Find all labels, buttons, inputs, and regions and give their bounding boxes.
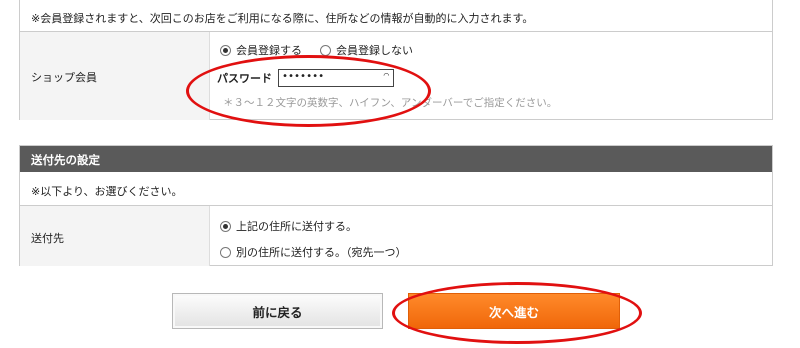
shipping-label-cell: 送付先	[20, 206, 210, 266]
ship-to-above-label[interactable]: 上記の住所に送付する。	[236, 218, 357, 234]
shipping-header: 送付先の設定	[20, 146, 772, 172]
ship-to-above-option[interactable]: 上記の住所に送付する。	[220, 218, 357, 234]
ship-to-other-label[interactable]: 別の住所に送付する。（宛先一つ）	[236, 244, 407, 260]
ship-to-other-radio[interactable]	[220, 246, 231, 258]
member-note: ※会員登録されますと、次回このお店をご利用になる際に、住所などの情報が自動的に入…	[20, 0, 772, 32]
shipping-destination-label: 送付先	[31, 232, 64, 245]
shop-member-label: ショップ会員	[31, 71, 97, 84]
member-label-cell: ショップ会員	[20, 32, 210, 120]
ship-to-other-option[interactable]: 別の住所に送付する。（宛先一つ）	[220, 244, 407, 260]
back-button[interactable]: 前に戻る	[172, 293, 383, 329]
ship-to-above-radio[interactable]	[220, 220, 231, 232]
shipping-section: 送付先の設定 ※以下より、お選びください。 送付先 上記の住所に送付する。 別の…	[19, 145, 773, 266]
shipping-instruction: ※以下より、お選びください。	[20, 172, 772, 206]
next-button-highlight-oval	[392, 282, 642, 344]
register-radio[interactable]	[220, 44, 231, 56]
no-register-radio[interactable]	[320, 44, 331, 56]
no-register-radio-label[interactable]: 会員登録しない	[336, 42, 413, 58]
password-highlight-oval	[186, 55, 431, 127]
